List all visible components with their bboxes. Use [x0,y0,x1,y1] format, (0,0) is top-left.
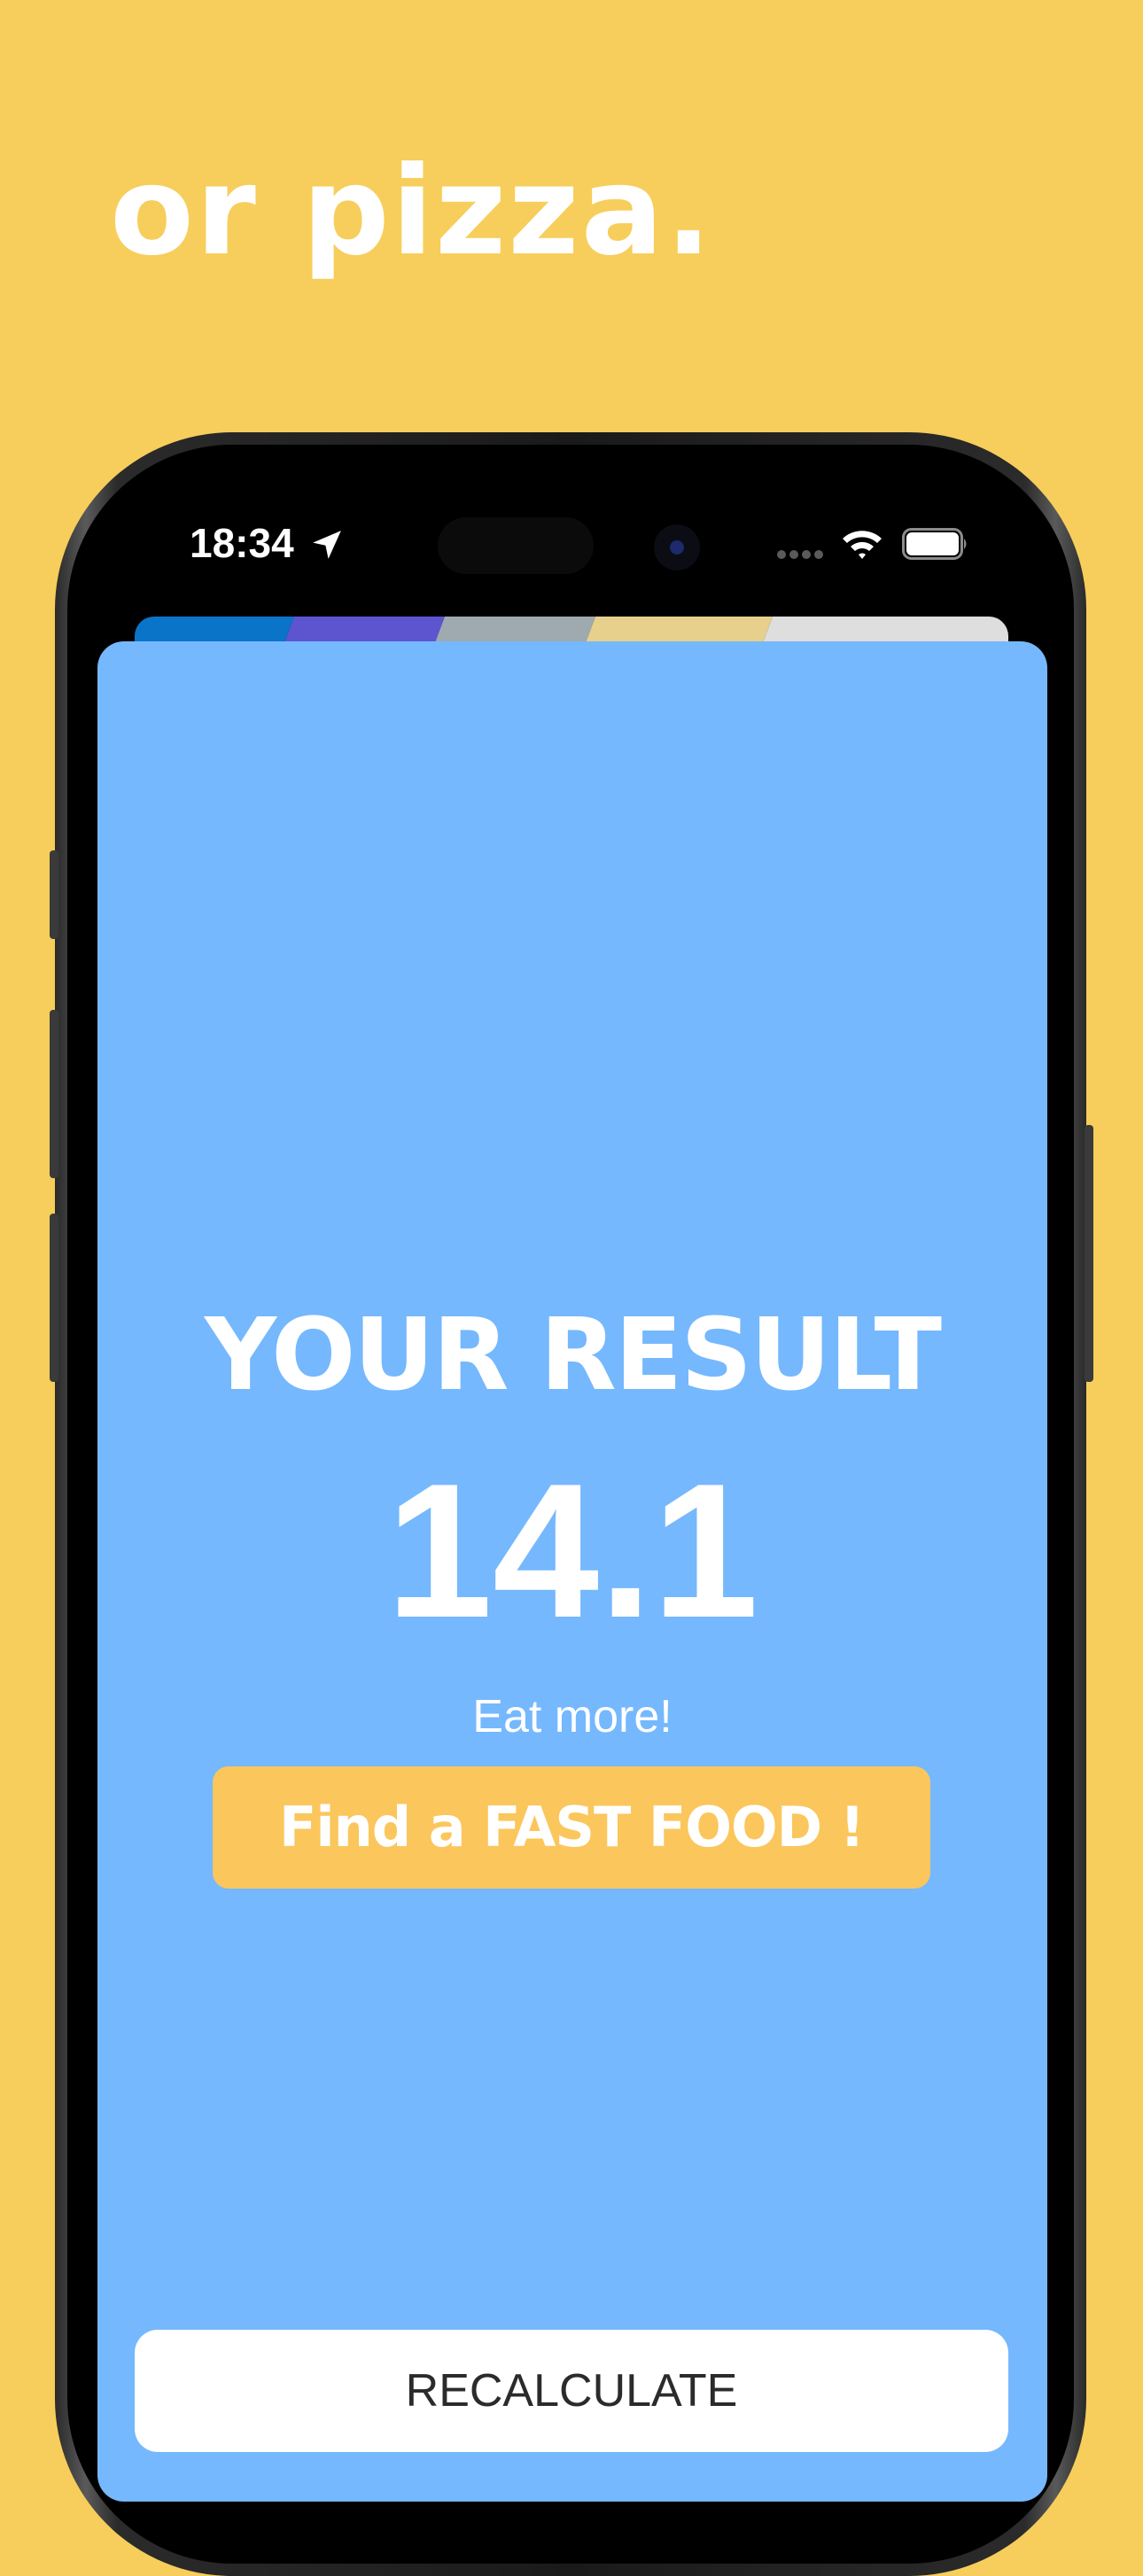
bmi-value: 14.1 [385,1443,759,1657]
action-button [50,850,58,939]
battery-icon [902,528,967,560]
result-title: YOUR RESULT [204,1298,942,1413]
status-bar-time: 18:34 [190,520,294,566]
marketing-headline: or pizza. [110,140,714,283]
volume-up-button [50,1010,58,1178]
find-fast-food-button[interactable]: Find a FAST FOOD ! [213,1766,930,1889]
power-button [1085,1125,1093,1382]
location-arrow-icon [313,531,341,559]
front-camera [654,524,700,570]
signal-dots-icon [777,550,823,559]
recalculate-button[interactable]: RECALCULATE [135,2330,1008,2452]
volume-down-button [50,1214,58,1382]
wifi-icon [843,531,882,559]
advice-text: Eat more! [472,1691,673,1742]
dynamic-island [438,517,594,574]
